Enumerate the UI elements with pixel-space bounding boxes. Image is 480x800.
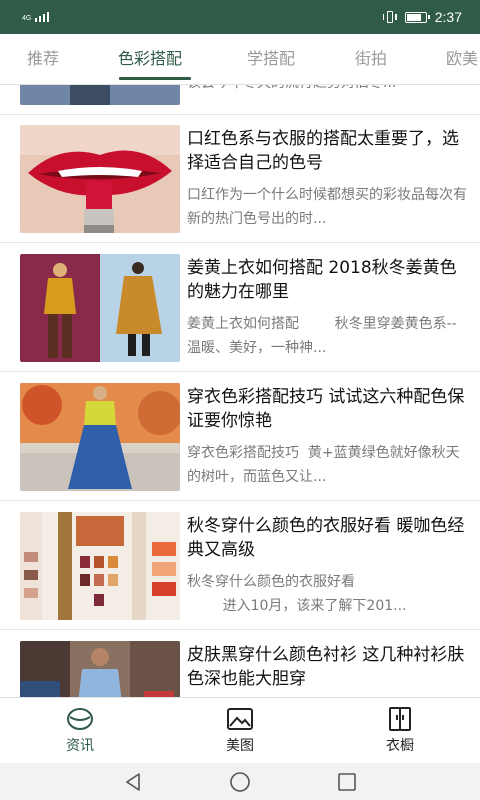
signal-icon: 4G [22,12,50,22]
mustard-outfit-photo [20,254,180,362]
tab-learn-matching[interactable]: 学搭配 [247,34,295,84]
nav-news[interactable]: 资讯 [0,698,160,764]
vibrate-icon [382,11,397,23]
clock: 2:37 [434,9,462,25]
article-item[interactable]: 皮肤黑穿什么颜色衬衫 这几种衬衫肤色深也能大胆穿 [0,631,480,697]
article-description: 穿衣色彩搭配技巧 黄+蓝黄绿色就好像秋天的树叶，而蓝色又让... [187,445,460,485]
article-item[interactable]: 口红色系与衣服的搭配太重要了，选择适合自己的色号 口红作为一个什么时候都想买的彩… [0,115,480,243]
wardrobe-icon [389,707,411,731]
nav-wardrobe-label: 衣橱 [386,738,414,754]
article-description: 口红作为一个什么时候都想买的彩妆品每次有新的热门色号出的时... [187,187,467,227]
tab-western[interactable]: 欧美 [446,34,478,84]
yellow-blue-outfit-photo [20,383,180,491]
article-title: 口红色系与衣服的搭配太重要了，选择适合自己的色号 [187,129,459,173]
lipstick-photo [20,125,180,233]
nav-wardrobe[interactable]: 衣橱 [320,698,480,764]
article-description: 姜黄上衣如何搭配 秋冬里穿姜黄色系--温暖、美好，一种神... [187,316,457,356]
bottom-nav: 资讯 美图 衣橱 [0,697,480,764]
article-description: 秋冬穿什么颜色的衣服好看 进入10月，该来了解下201... [187,574,407,614]
network-type-label: 4G [22,15,32,22]
article-thumbnail [20,85,180,105]
status-bar: 4G 2:37 [0,0,480,34]
article-title: 秋冬穿什么颜色的衣服好看 暖咖色经典又高级 [187,516,465,560]
nav-pictures-label: 美图 [226,738,254,754]
category-tab-bar: 推荐 色彩搭配 学搭配 街拍 欧美 [0,34,480,85]
system-nav-bar [0,763,480,800]
picture-icon [227,708,253,730]
recent-apps-icon[interactable] [336,771,358,793]
home-icon[interactable] [229,771,251,793]
article-item[interactable]: 秋冬穿什么颜色的衣服好看 暖咖色经典又高级 秋冬穿什么颜色的衣服好看 进入10月… [0,502,480,630]
article-item[interactable]: 穿衣色彩搭配技巧 试试这六种配色保证要你惊艳 穿衣色彩搭配技巧 黄+蓝黄绿色就好… [0,373,480,501]
back-icon[interactable] [122,771,144,793]
article-title: 姜黄上衣如何搭配 2018秋冬姜黄色的魅力在哪里 [187,258,457,302]
article-title: 皮肤黑穿什么颜色衬衫 这几种衬衫肤色深也能大胆穿 [187,645,465,689]
battery-icon [404,11,430,23]
article-title: 穿衣色彩搭配技巧 试试这六种配色保证要你惊艳 [187,387,465,431]
news-icon [67,708,93,730]
nav-pictures[interactable]: 美图 [160,698,320,764]
tab-street-snap[interactable]: 街拍 [355,34,387,84]
article-description: 该会今年冬天的流行趋势对旧冬... [187,85,469,95]
article-feed[interactable]: 该会今年冬天的流行趋势对旧冬... 口红色系与衣服的搭配太重要了，选择适合自己的… [0,85,480,697]
street-shirt-photo [20,641,180,697]
nav-news-label: 资讯 [66,738,94,754]
active-tab-indicator [119,77,191,80]
color-palette-photo [20,512,180,620]
article-item[interactable]: 姜黄上衣如何搭配 2018秋冬姜黄色的魅力在哪里 姜黄上衣如何搭配 秋冬里穿姜黄… [0,244,480,372]
tab-recommend[interactable]: 推荐 [27,34,59,84]
article-item-partial[interactable]: 该会今年冬天的流行趋势对旧冬... [0,85,480,115]
